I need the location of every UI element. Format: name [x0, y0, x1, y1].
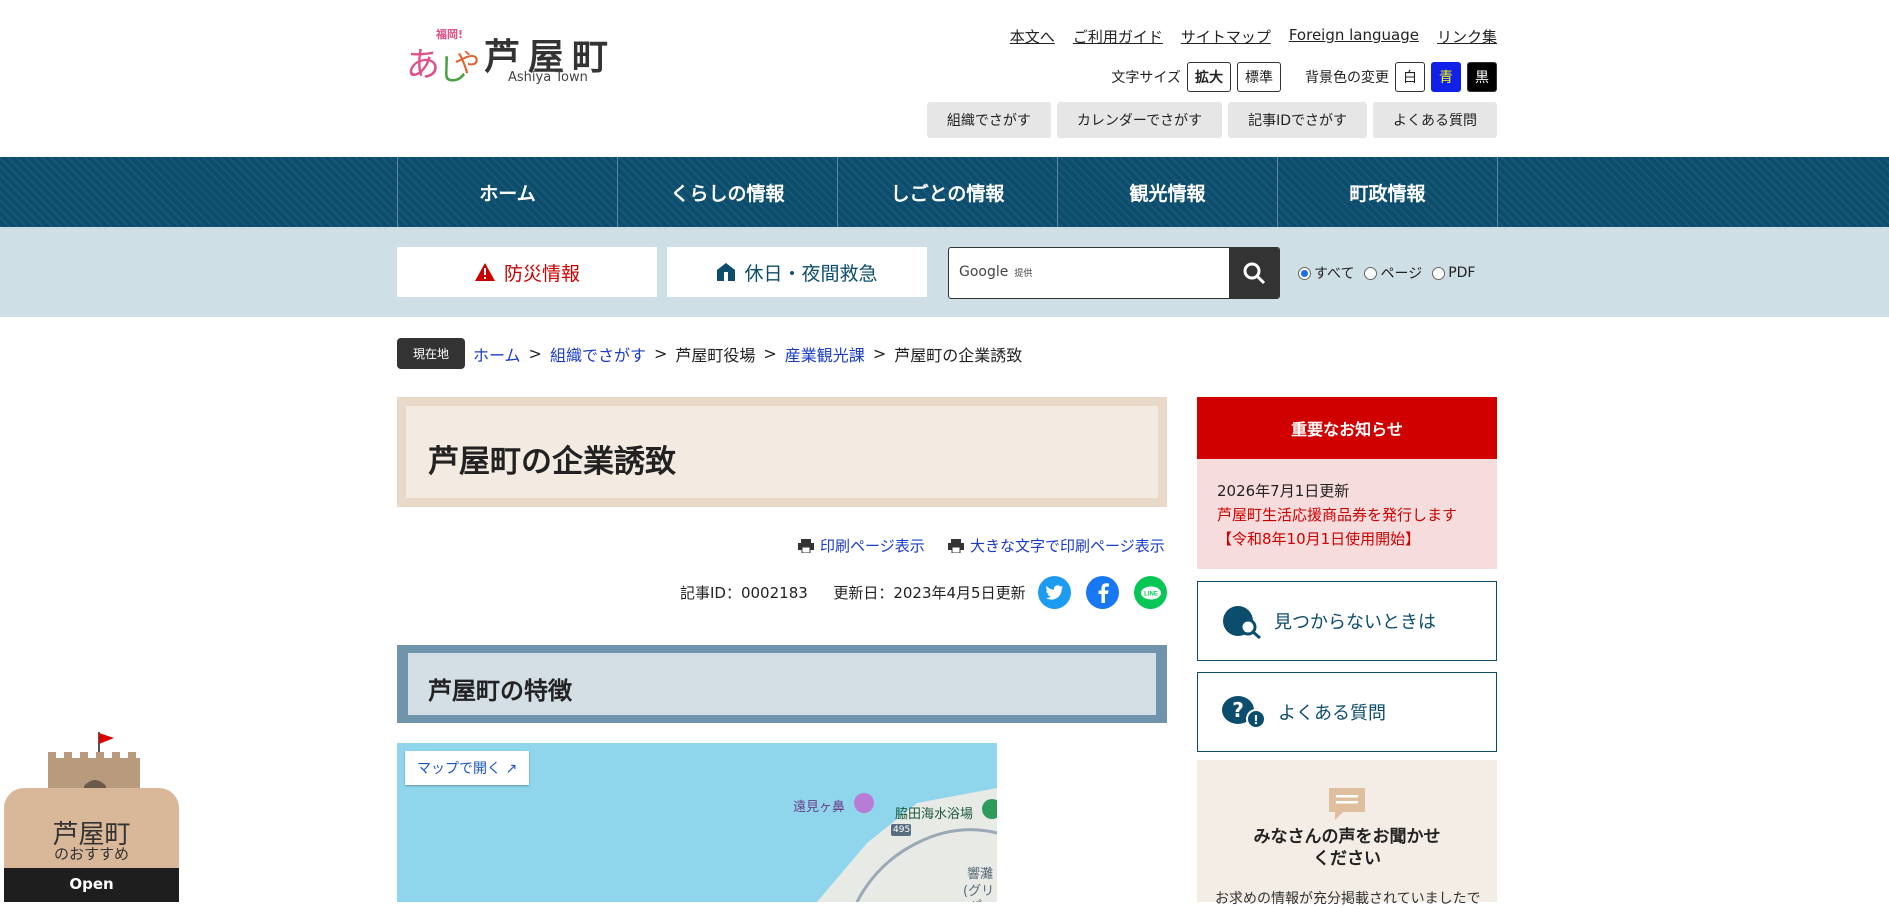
link-skip[interactable]: 本文へ	[1010, 26, 1055, 47]
breadcrumb: 現在地 ホーム > 組織でさがす > 芦屋町役場 > 産業観光課 > 芦屋町の企…	[397, 338, 1022, 369]
nav-government[interactable]: 町政情報	[1278, 157, 1498, 227]
search-by-id-button[interactable]: 記事IDでさがす	[1228, 102, 1367, 138]
search-by-calendar-button[interactable]: カレンダーでさがす	[1056, 102, 1223, 138]
radio-pdf[interactable]: PDF	[1432, 265, 1475, 281]
radio-page[interactable]: ページ	[1364, 263, 1422, 283]
font-big-button[interactable]: 拡大	[1187, 62, 1231, 92]
print-link[interactable]: 印刷ページ表示	[798, 535, 925, 556]
logo-sub: Ashiya Town	[508, 70, 588, 85]
map-label: パー	[969, 895, 995, 902]
link-guide[interactable]: ご利用ガイド	[1073, 26, 1163, 47]
important-notice-header: 重要なお知らせ	[1197, 397, 1497, 459]
disaster-info-button[interactable]: 防災情報	[397, 247, 657, 297]
recommend-sub: のおすすめ	[53, 845, 129, 863]
link-links[interactable]: リンク集	[1437, 26, 1497, 47]
page-title-box: 芦屋町の企業誘致	[397, 397, 1167, 507]
article-id: 記事ID：0002183	[680, 584, 808, 602]
page-title: 芦屋町の企業誘致	[428, 444, 676, 480]
radio-all[interactable]: すべて	[1298, 263, 1354, 283]
warning-icon	[474, 263, 495, 281]
link-foreign[interactable]: Foreign language	[1289, 26, 1419, 47]
disaster-label: 防災情報	[503, 262, 580, 285]
notice-date: 2026年7月1日更新	[1217, 482, 1350, 500]
twitter-share-button[interactable]	[1038, 576, 1071, 609]
feedback-box: みなさんの声をお聞かせ ください お求めの情報が充分掲載されていましたで	[1197, 760, 1497, 907]
nav-tourism[interactable]: 観光情報	[1058, 157, 1278, 227]
comment-icon	[1329, 788, 1365, 820]
question-icon: ?!	[1222, 696, 1266, 729]
svg-text:?: ?	[1232, 698, 1244, 722]
not-found-button[interactable]: 見つからないときは	[1197, 581, 1497, 661]
global-nav: ホーム くらしの情報 しごとの情報 観光情報 町政情報	[0, 157, 1889, 227]
bg-blue-button[interactable]: 青	[1431, 62, 1461, 92]
display-controls: 文字サイズ 拡大 標準 背景色の変更 白 青 黒	[1111, 62, 1497, 92]
crumb-office: 芦屋町役場	[675, 345, 756, 365]
hospital-icon	[717, 263, 736, 281]
article-meta: 記事ID：0002183 更新日：2023年4月5日更新	[680, 582, 1026, 603]
notice-link[interactable]: 芦屋町生活応援商品券を発行します【令和8年10月1日使用開始】	[1217, 506, 1457, 548]
search-scope: すべて ページ PDF	[1298, 263, 1475, 283]
feedback-title: みなさんの声をお聞かせ ください	[1253, 827, 1441, 869]
crumb-home[interactable]: ホーム	[473, 342, 521, 366]
ashiya-logo-mark: あ し や 福岡!	[406, 27, 480, 86]
search-input[interactable]: Google 提供	[959, 264, 1032, 280]
recommend-open-button[interactable]: Open	[4, 875, 179, 893]
svg-text:!: !	[1253, 713, 1258, 727]
map-label: 脇田海水浴場	[895, 807, 974, 822]
crumb-org[interactable]: 組織でさがす	[550, 342, 646, 366]
search-band: 防災情報 休日・夜間救急 Google 提供 すべて ページ PDF	[0, 227, 1889, 317]
utility-links: 本文へ ご利用ガイド サイトマップ Foreign language リンク集	[1010, 26, 1497, 47]
emergency-label: 休日・夜間救急	[744, 262, 878, 285]
faq-side-button[interactable]: ?! よくある質問	[1197, 672, 1497, 752]
svg-text:福岡!: 福岡!	[435, 27, 463, 41]
updated-date: 更新日：2023年4月5日更新	[833, 584, 1026, 602]
embedded-map[interactable]: マップで開く ↗ 遠見ヶ鼻 脇田海水浴場 495 響灘 (グリ パー	[397, 743, 997, 902]
line-share-button[interactable]: LINE	[1134, 576, 1167, 609]
line-icon: LINE	[1140, 586, 1161, 599]
svg-text:や: や	[454, 49, 480, 79]
facebook-icon	[1098, 582, 1109, 603]
crumb-dept[interactable]: 産業観光課	[785, 342, 865, 366]
open-map-button[interactable]: マップで開く ↗	[405, 751, 530, 785]
nav-living[interactable]: くらしの情報	[618, 157, 838, 227]
nav-business[interactable]: しごとの情報	[838, 157, 1058, 227]
site-search: Google 提供	[948, 247, 1280, 299]
facebook-share-button[interactable]	[1086, 576, 1119, 609]
emergency-button[interactable]: 休日・夜間救急	[667, 247, 927, 297]
svg-text:LINE: LINE	[1144, 591, 1158, 597]
bg-white-button[interactable]: 白	[1395, 62, 1425, 92]
faq-button[interactable]: よくある質問	[1373, 102, 1497, 138]
section-title: 芦屋町の特徴	[428, 676, 572, 705]
site-logo[interactable]: あ し や 福岡! 芦屋町 Ashiya Town	[404, 26, 644, 88]
section-heading: 芦屋町の特徴	[397, 645, 1167, 723]
nav-home[interactable]: ホーム	[398, 157, 618, 227]
important-notice-body: 2026年7月1日更新 芦屋町生活応援商品券を発行します【令和8年10月1日使用…	[1197, 459, 1497, 569]
svg-text:あ: あ	[406, 45, 440, 85]
search-help-icon	[1223, 606, 1261, 639]
bg-color-label: 背景色の変更	[1305, 70, 1389, 86]
printer-icon	[798, 538, 814, 553]
map-label: 495	[893, 825, 911, 835]
search-button[interactable]	[1229, 248, 1279, 298]
search-by-org-button[interactable]: 組織でさがす	[926, 102, 1051, 138]
font-size-label: 文字サイズ	[1111, 70, 1181, 86]
quick-search: 組織でさがす カレンダーでさがす 記事IDでさがす よくある質問	[926, 102, 1497, 138]
map-label: 遠見ヶ鼻	[793, 800, 846, 815]
feedback-subtext: お求めの情報が充分掲載されていましたで	[1215, 891, 1481, 907]
recommend-widget[interactable]: 芦屋町 のおすすめ Open	[4, 730, 179, 902]
crumb-current: 芦屋町の企業誘致	[894, 345, 1023, 365]
link-sitemap[interactable]: サイトマップ	[1181, 26, 1271, 47]
twitter-icon	[1045, 584, 1063, 600]
bg-black-button[interactable]: 黒	[1467, 62, 1497, 92]
current-location-badge: 現在地	[397, 338, 466, 369]
large-print-link[interactable]: 大きな文字で印刷ページ表示	[948, 535, 1165, 556]
printer-icon	[948, 538, 964, 553]
search-icon	[1243, 262, 1266, 285]
font-std-button[interactable]: 標準	[1237, 62, 1281, 92]
